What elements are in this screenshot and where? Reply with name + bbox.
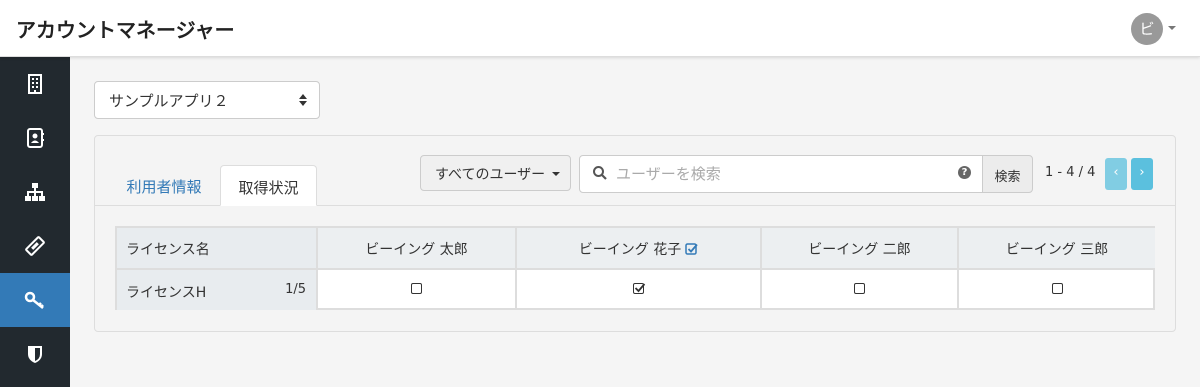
app-select[interactable]: サンプルアプリ２ bbox=[94, 81, 320, 119]
user-column-header: ビーイング 花子 bbox=[517, 228, 762, 268]
search-input[interactable] bbox=[616, 162, 946, 186]
caret-down-icon bbox=[552, 172, 560, 176]
user-filter-dropdown[interactable]: すべてのユーザー bbox=[420, 155, 571, 191]
verified-check-icon bbox=[685, 243, 698, 255]
user-avatar[interactable]: ビ bbox=[1131, 13, 1163, 45]
license-assignment-cell bbox=[762, 268, 959, 310]
license-name: ライセンスH bbox=[126, 285, 207, 301]
user-filter-label: すべてのユーザー bbox=[435, 167, 546, 183]
license-name-header: ライセンス名 bbox=[117, 228, 318, 268]
contact-book-icon bbox=[27, 128, 44, 148]
user-column-header: ビーイング 二郎 bbox=[762, 228, 959, 268]
license-row-label: ライセンスH 1/5 bbox=[117, 268, 318, 310]
user-name: ビーイング 二郎 bbox=[808, 242, 911, 258]
sidebar-item-tickets[interactable] bbox=[0, 219, 70, 273]
sidebar-item-organization[interactable] bbox=[0, 57, 70, 111]
license-checkbox[interactable] bbox=[411, 283, 422, 294]
key-icon bbox=[24, 291, 44, 309]
search-icon bbox=[593, 166, 607, 180]
caret-down-icon[interactable] bbox=[1168, 26, 1176, 30]
tab-acquisition-status[interactable]: 取得状況 bbox=[220, 165, 317, 206]
sidebar-item-security[interactable] bbox=[0, 327, 70, 381]
license-assignment-cell bbox=[517, 268, 762, 310]
sidebar-item-licenses[interactable] bbox=[0, 273, 70, 327]
license-checkbox[interactable] bbox=[854, 283, 865, 294]
top-header: アカウントマネージャー ビ bbox=[0, 0, 1200, 57]
search-button[interactable]: 検索 bbox=[982, 155, 1033, 193]
license-panel: 利用者情報 取得状況 すべてのユーザー ? 検索 1 - 4 / 4 ‹ › ラ… bbox=[94, 135, 1176, 332]
user-column-header: ビーイング 三郎 bbox=[959, 228, 1155, 268]
building-icon bbox=[28, 74, 42, 94]
org-chart-icon bbox=[25, 183, 45, 201]
previous-page-button[interactable]: ‹ bbox=[1105, 158, 1127, 190]
tab-user-info[interactable]: 利用者情報 bbox=[111, 165, 217, 206]
help-icon[interactable]: ? bbox=[958, 166, 971, 179]
next-page-button[interactable]: › bbox=[1131, 158, 1153, 190]
sidebar bbox=[0, 57, 70, 387]
user-name: ビーイング 花子 bbox=[578, 242, 682, 258]
checkmark-icon bbox=[634, 283, 646, 293]
pagination-info: 1 - 4 / 4 bbox=[1045, 165, 1096, 180]
sidebar-item-organization-chart[interactable] bbox=[0, 165, 70, 219]
license-usage-count: 1/5 bbox=[285, 282, 306, 297]
user-name: ビーイング 太郎 bbox=[365, 242, 468, 258]
chevron-right-icon: › bbox=[1139, 165, 1145, 180]
shield-icon bbox=[28, 346, 42, 363]
chevron-left-icon: ‹ bbox=[1113, 165, 1119, 180]
license-checkbox[interactable] bbox=[1051, 283, 1063, 294]
app-title: アカウントマネージャー bbox=[16, 18, 235, 42]
app-select-value: サンプルアプリ２ bbox=[109, 92, 229, 110]
search-box: ? bbox=[579, 155, 983, 193]
user-name: ビーイング 三郎 bbox=[1005, 242, 1109, 258]
license-assignment-cell bbox=[318, 268, 517, 310]
license-assignment-cell bbox=[959, 268, 1155, 310]
license-checkbox-checked[interactable] bbox=[633, 283, 646, 294]
sidebar-item-contacts[interactable] bbox=[0, 111, 70, 165]
user-column-header: ビーイング 太郎 bbox=[318, 228, 517, 268]
ticket-icon bbox=[25, 236, 45, 256]
sort-arrows-icon bbox=[299, 94, 307, 106]
license-table: ライセンス名 ビーイング 太郎 ビーイング 花子 ビーイング 二郎 ビーイング … bbox=[115, 226, 1155, 310]
